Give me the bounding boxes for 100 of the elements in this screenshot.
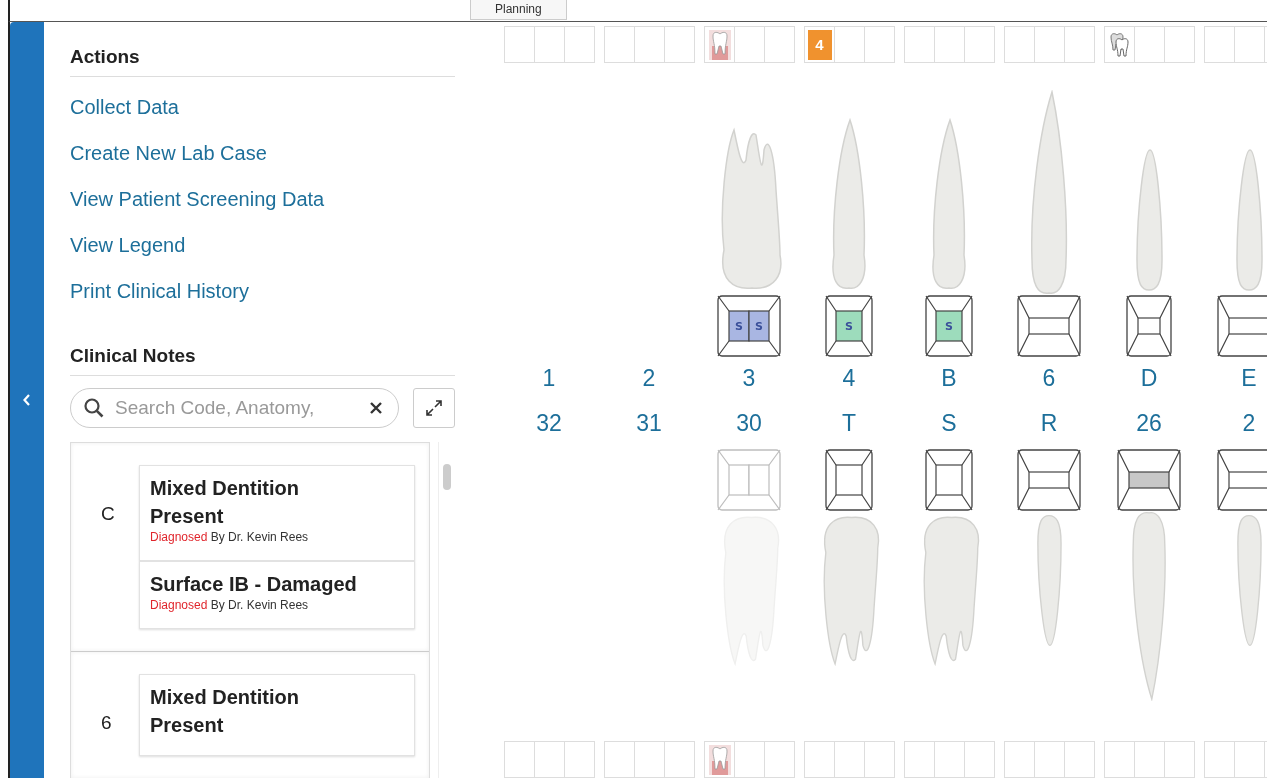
tooth-number[interactable]: T (841, 411, 857, 435)
status-cell[interactable] (604, 26, 635, 63)
status-cell[interactable] (704, 741, 735, 778)
status-cell[interactable] (804, 741, 835, 778)
tooth-surface-diagram[interactable]: S S (717, 294, 781, 357)
status-cell[interactable] (904, 26, 935, 63)
action-link[interactable]: Create New Lab Case (70, 131, 455, 177)
tooth-surface-diagram[interactable] (1117, 448, 1181, 511)
action-link[interactable]: Print Clinical History (70, 269, 455, 315)
tooth-surface-diagram[interactable] (1017, 294, 1081, 357)
search-field[interactable]: Search Code, Anatomy, (70, 388, 399, 428)
status-cell[interactable] (964, 26, 995, 63)
tooth-number[interactable]: 26 (1136, 411, 1162, 435)
note-card[interactable]: Mixed Dentition Present (139, 674, 416, 756)
scrollbar-thumb[interactable] (443, 464, 452, 490)
clear-icon[interactable] (369, 401, 383, 415)
status-cell[interactable] (1104, 741, 1135, 778)
tooth-surface-diagram[interactable]: S (825, 294, 873, 357)
action-link[interactable]: Collect Data (70, 85, 455, 131)
status-cell[interactable] (664, 26, 695, 63)
status-cell[interactable] (504, 741, 535, 778)
tooth-number[interactable]: 2 (642, 366, 656, 390)
note-card[interactable]: Surface IB - Damaged Diagnosed By Dr. Kevin Rees (139, 561, 416, 629)
search-icon (84, 398, 104, 418)
status-cell[interactable] (1064, 26, 1095, 63)
status-cell[interactable] (734, 741, 765, 778)
status-cell[interactable] (734, 26, 765, 63)
tooth-number[interactable]: B (941, 366, 957, 390)
tooth-number[interactable]: 1 (542, 366, 556, 390)
status-cell[interactable] (564, 741, 595, 778)
status-cell[interactable] (1164, 741, 1195, 778)
tooth-number[interactable]: R (1040, 411, 1058, 435)
status-cell[interactable] (904, 741, 935, 778)
teeth-icon (1108, 31, 1131, 58)
status-cell[interactable] (1234, 26, 1265, 63)
status-cell[interactable] (1004, 26, 1035, 63)
tooth-number[interactable]: D (1140, 366, 1158, 390)
tooth-number[interactable]: 32 (536, 411, 562, 435)
status-cell[interactable] (934, 741, 965, 778)
status-cell[interactable] (864, 741, 895, 778)
tooth-surface-diagram[interactable] (825, 448, 873, 511)
status-cell[interactable] (1204, 26, 1235, 63)
tooth-surface-diagram[interactable] (1017, 448, 1081, 511)
status-cell[interactable] (764, 26, 795, 63)
status-cell[interactable] (664, 741, 695, 778)
tooth-surface-diagram[interactable] (1126, 294, 1172, 357)
note-byline: Diagnosed By Dr. Kevin Rees (150, 598, 310, 612)
status-cell[interactable] (534, 26, 565, 63)
status-cell[interactable] (704, 26, 735, 63)
tooth-number[interactable]: S (941, 411, 957, 435)
sidebar-collapse-button[interactable] (10, 22, 44, 778)
status-cell[interactable] (634, 741, 665, 778)
tooth-surface-diagram[interactable] (925, 448, 973, 511)
status-cell[interactable] (634, 26, 665, 63)
tooth-number[interactable]: 4 (842, 366, 856, 390)
expand-button[interactable] (413, 388, 455, 428)
tooth-number[interactable]: 3 (742, 366, 756, 390)
tooth-number[interactable]: E (1241, 366, 1257, 390)
tooth-surface-diagram[interactable] (1217, 294, 1267, 357)
status-cell[interactable] (1134, 741, 1165, 778)
note-byline: Diagnosed By Dr. Kevin Rees (150, 530, 310, 544)
status-cell[interactable] (934, 26, 965, 63)
tooth-number: 6 (101, 711, 113, 735)
status-cell[interactable] (1204, 741, 1235, 778)
status-cell[interactable] (1034, 741, 1065, 778)
tooth-number[interactable]: 30 (736, 411, 762, 435)
status-cell[interactable] (964, 741, 995, 778)
planning-tab[interactable]: Planning (470, 0, 567, 20)
tooth-number[interactable]: 6 (1042, 366, 1056, 390)
status-cell[interactable] (1134, 26, 1165, 63)
status-cell[interactable] (1234, 741, 1265, 778)
section-heading: Actions (70, 46, 455, 77)
tooth-number[interactable]: 31 (636, 411, 662, 435)
status-cell[interactable] (1034, 26, 1065, 63)
chevron-left-icon (23, 394, 31, 406)
tooth-surface-diagram[interactable] (1217, 448, 1267, 511)
tooth-icon (708, 744, 731, 775)
status-cell[interactable] (834, 26, 865, 63)
expand-icon (425, 399, 443, 417)
status-cell[interactable] (504, 26, 535, 63)
status-cell[interactable] (1004, 741, 1035, 778)
tooth-surface-diagram[interactable]: S (925, 294, 973, 357)
section-heading: Clinical Notes (70, 345, 455, 376)
status-cell[interactable] (834, 741, 865, 778)
note-title: Surface IB - Damaged (150, 572, 358, 597)
status-cell[interactable] (864, 26, 895, 63)
action-link[interactable]: View Legend (70, 223, 455, 269)
note-title: Mixed Dentition Present (150, 476, 300, 529)
tooth-number[interactable]: 2 (1242, 411, 1256, 435)
status-cell[interactable] (1064, 741, 1095, 778)
status-cell[interactable] (1164, 26, 1195, 63)
status-cell[interactable] (1104, 26, 1135, 63)
action-link[interactable]: View Patient Screening Data (70, 177, 455, 223)
status-cell[interactable] (604, 741, 635, 778)
note-card[interactable]: Mixed Dentition Present Diagnosed By Dr. Kevin Rees (139, 465, 416, 561)
status-cell[interactable] (564, 26, 595, 63)
note-title: Mixed Dentition Present (150, 685, 300, 738)
status-cell[interactable] (764, 741, 795, 778)
tooth-icon (708, 29, 731, 60)
status-cell[interactable] (534, 741, 565, 778)
